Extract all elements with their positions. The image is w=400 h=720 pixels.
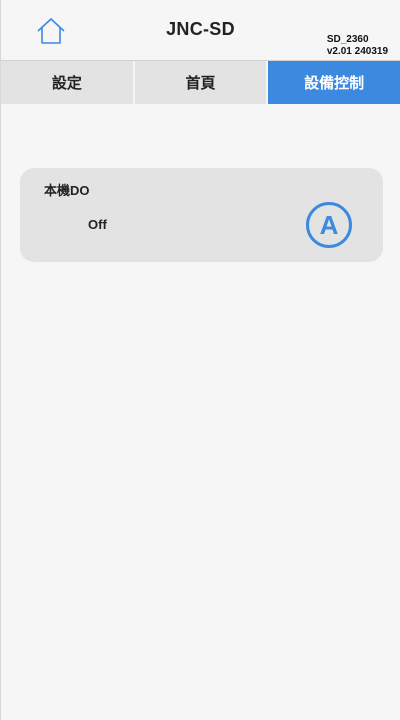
- auto-mode-badge[interactable]: A: [306, 202, 352, 248]
- tab-device-control[interactable]: 設備控制: [268, 61, 400, 104]
- app-frame: JNC-SD SD_2360 v2.01 240319 設定 首頁 設備控制 本…: [0, 0, 400, 720]
- control-card-local-do[interactable]: 本機DO Off A: [20, 168, 383, 262]
- header: JNC-SD SD_2360 v2.01 240319: [1, 0, 400, 60]
- firmware-version: v2.01 240319: [326, 46, 388, 57]
- device-id: SD_2360: [326, 34, 369, 45]
- control-card-title: 本機DO: [44, 183, 90, 198]
- device-info: SD_2360 v2.01 240319: [327, 34, 388, 58]
- tab-settings[interactable]: 設定: [1, 61, 135, 104]
- tab-bar: 設定 首頁 設備控制: [1, 60, 400, 104]
- tab-home[interactable]: 首頁: [134, 61, 269, 104]
- control-state: Off: [88, 217, 107, 232]
